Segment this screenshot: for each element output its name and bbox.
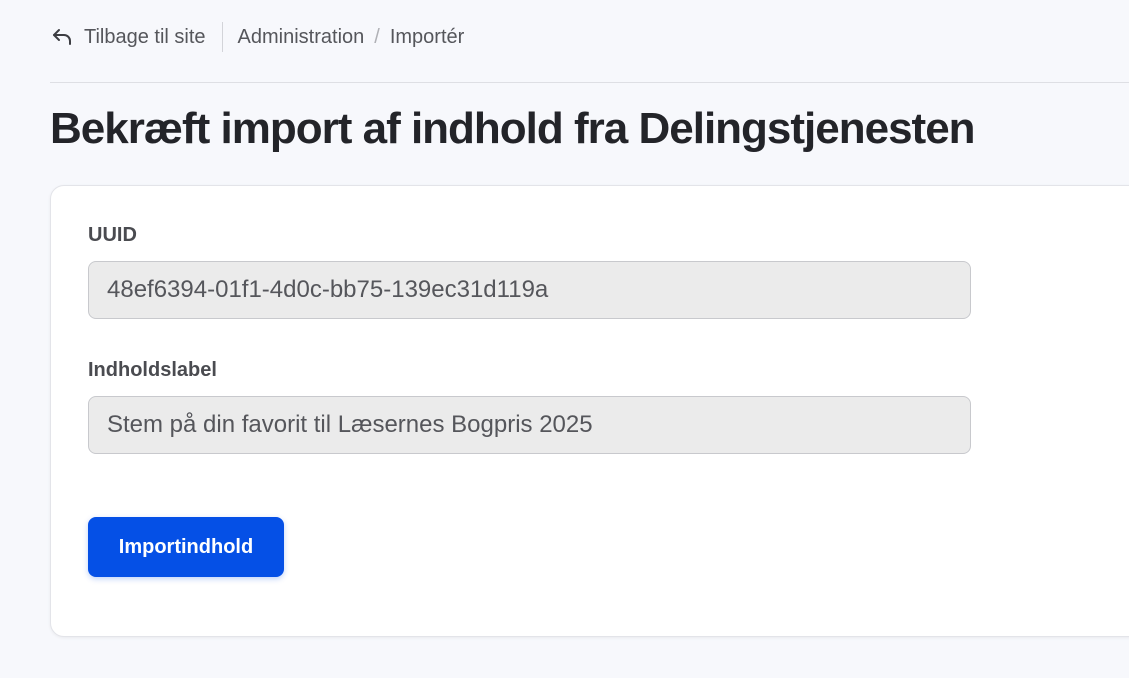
breadcrumb-separator: / bbox=[374, 25, 380, 48]
breadcrumb: Administration / Importér bbox=[238, 26, 465, 49]
page-title: Bekræft import af indhold fra Delingstje… bbox=[50, 104, 976, 153]
header-divider bbox=[50, 82, 1129, 83]
uuid-field[interactable] bbox=[88, 261, 971, 319]
back-link-label: Tilbage til site bbox=[84, 25, 206, 48]
toolbar: Tilbage til site Administration / Import… bbox=[50, 20, 464, 54]
import-content-button[interactable]: Importindhold bbox=[88, 517, 284, 577]
toolbar-divider bbox=[221, 22, 223, 52]
content-label-field[interactable] bbox=[88, 396, 971, 454]
back-to-site-link[interactable]: Tilbage til site bbox=[50, 25, 222, 49]
back-arrow-icon bbox=[50, 25, 74, 49]
content-label-label: Indholdslabel bbox=[88, 359, 217, 381]
breadcrumb-item-administration[interactable]: Administration bbox=[238, 26, 365, 49]
import-form-card: UUID Indholdslabel Importindhold bbox=[50, 185, 1129, 637]
uuid-label: UUID bbox=[88, 224, 137, 246]
breadcrumb-item-import: Importér bbox=[389, 25, 465, 48]
